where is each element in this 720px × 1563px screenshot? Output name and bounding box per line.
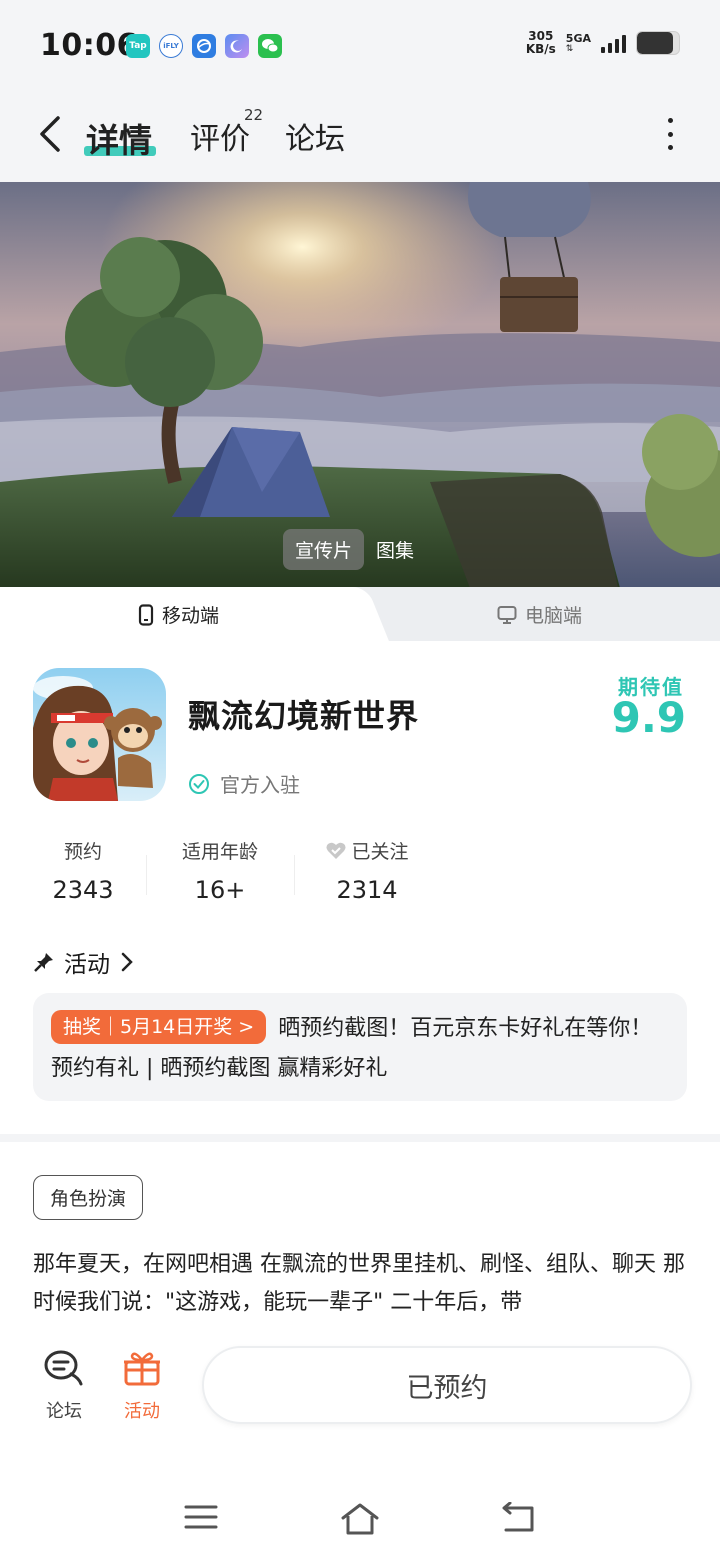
stat-label: 预约 bbox=[63, 841, 102, 863]
phone-icon bbox=[138, 603, 154, 626]
media-tabs: 宣传片 图集 bbox=[283, 529, 426, 570]
ifly-icon: iFLY bbox=[159, 34, 183, 58]
signal-icon bbox=[601, 33, 626, 53]
forum-chat-icon bbox=[44, 1350, 83, 1386]
home-nav-icon[interactable] bbox=[340, 1502, 380, 1536]
notification-icons: Tap iFLY bbox=[126, 34, 282, 58]
forum-action[interactable]: 论坛 bbox=[34, 1348, 94, 1423]
platform-tab-pc[interactable]: 电脑端 bbox=[497, 601, 582, 628]
activity-card-content: 抽奖｜5月14日开奖 > 晒预约截图！百元京东卡好礼在等你！ 预约有礼 | 晒预约… bbox=[51, 1009, 669, 1089]
promo-banner[interactable]: 宣传片 图集 bbox=[0, 182, 720, 588]
stat-age-rating: 适用年龄 16+ bbox=[168, 837, 272, 904]
game-info-section: 飘流幻境新世界 官方入驻 期待值 9.9 预约 2343 适用年龄 16+ 已关… bbox=[0, 641, 720, 1136]
stat-divider bbox=[294, 855, 295, 895]
wechat-icon bbox=[258, 34, 282, 58]
activity-header-label: 活动 bbox=[64, 952, 110, 978]
status-indicators: 305 KB/s 5GA ⇅ bbox=[526, 30, 680, 56]
forum-action-label: 论坛 bbox=[46, 1401, 82, 1422]
media-tab-video[interactable]: 宣传片 bbox=[283, 529, 365, 570]
media-tab-gallery[interactable]: 图集 bbox=[364, 529, 426, 570]
back-nav-icon[interactable] bbox=[500, 1502, 538, 1534]
verified-check-icon bbox=[189, 773, 209, 794]
tab-details[interactable]: 详情 bbox=[86, 114, 152, 162]
network-speed: 305 KB/s bbox=[526, 30, 556, 56]
game-description: 那年夏天，在网吧相遇 在飘流的世界里挂机、刷怪、组队、聊天 那时候我们说："这游… bbox=[33, 1252, 685, 1315]
tab-reviews[interactable]: 评价 bbox=[190, 114, 250, 158]
tap-icon: Tap bbox=[126, 34, 150, 58]
section-divider bbox=[0, 1134, 720, 1142]
stat-value: 2314 bbox=[336, 876, 398, 904]
platform-tab-mobile-label: 移动端 bbox=[162, 605, 220, 627]
stat-value: 16+ bbox=[194, 876, 246, 904]
heart-icon bbox=[326, 842, 346, 859]
back-arrow-icon[interactable] bbox=[36, 112, 64, 156]
lottery-badge[interactable]: 抽奖｜5月14日开奖 > bbox=[51, 1010, 267, 1044]
tab-forum[interactable]: 论坛 bbox=[285, 114, 345, 158]
menu-nav-icon[interactable] bbox=[184, 1502, 218, 1532]
banner-artwork bbox=[0, 182, 720, 588]
stat-label: 适用年龄 bbox=[181, 841, 258, 863]
stat-value: 2343 bbox=[52, 876, 114, 904]
activity-section-header[interactable]: 活动 bbox=[34, 945, 134, 979]
bottom-action-bar: 论坛 活动 已预约 bbox=[0, 1330, 720, 1440]
status-bar: 10:06 Tap iFLY 305 KB/s 5GA ⇅ bbox=[0, 0, 720, 90]
game-app-icon bbox=[33, 668, 166, 801]
platform-tab-pc-label: 电脑端 bbox=[525, 605, 583, 627]
game-title: 飘流幻境新世界 bbox=[188, 697, 420, 735]
battery-level bbox=[637, 32, 673, 54]
reserved-button[interactable]: 已预约 bbox=[202, 1346, 692, 1424]
moon-app-icon bbox=[225, 34, 249, 58]
platform-tab-mobile[interactable]: 移动端 bbox=[138, 601, 219, 628]
network-indicator: 5GA ⇅ bbox=[565, 31, 591, 54]
monitor-icon bbox=[497, 605, 517, 624]
data-arrows-icon: ⇅ bbox=[565, 43, 574, 54]
battery-icon bbox=[636, 31, 680, 55]
status-time: 10:06 bbox=[40, 28, 138, 63]
official-badge: 官方入驻 bbox=[188, 769, 300, 798]
chevron-right-icon bbox=[121, 952, 133, 972]
gift-icon bbox=[124, 1352, 160, 1386]
expectation-score: 9.9 bbox=[611, 693, 686, 742]
stat-label: 已关注 bbox=[316, 837, 418, 864]
activity-action[interactable]: 活动 bbox=[112, 1348, 172, 1423]
activity-card[interactable]: 抽奖｜5月14日开奖 > 晒预约截图！百元京东卡好礼在等你！ 预约有礼 | 晒预约… bbox=[33, 993, 687, 1101]
network-speed-unit: KB/s bbox=[525, 42, 556, 56]
stat-divider bbox=[146, 855, 147, 895]
stat-label-text: 已关注 bbox=[351, 841, 409, 863]
network-type: 5GA bbox=[565, 31, 591, 45]
stat-followers[interactable]: 已关注 2314 bbox=[316, 837, 418, 904]
pin-icon bbox=[34, 953, 53, 972]
more-options-icon[interactable] bbox=[664, 118, 676, 150]
official-label: 官方入驻 bbox=[220, 773, 300, 797]
activity-action-label: 活动 bbox=[124, 1401, 160, 1422]
browser-icon bbox=[192, 34, 216, 58]
reviews-count-badge: 22 bbox=[244, 106, 264, 124]
stat-reservations: 预约 2343 bbox=[40, 837, 126, 904]
platform-tabs: 移动端 电脑端 bbox=[0, 587, 720, 641]
detail-header: 详情 评价 22 论坛 bbox=[0, 90, 720, 182]
genre-tag[interactable]: 角色扮演 bbox=[33, 1175, 144, 1220]
stats-row: 预约 2343 适用年龄 16+ 已关注 2314 bbox=[0, 837, 720, 907]
system-nav-bar bbox=[0, 1480, 720, 1563]
